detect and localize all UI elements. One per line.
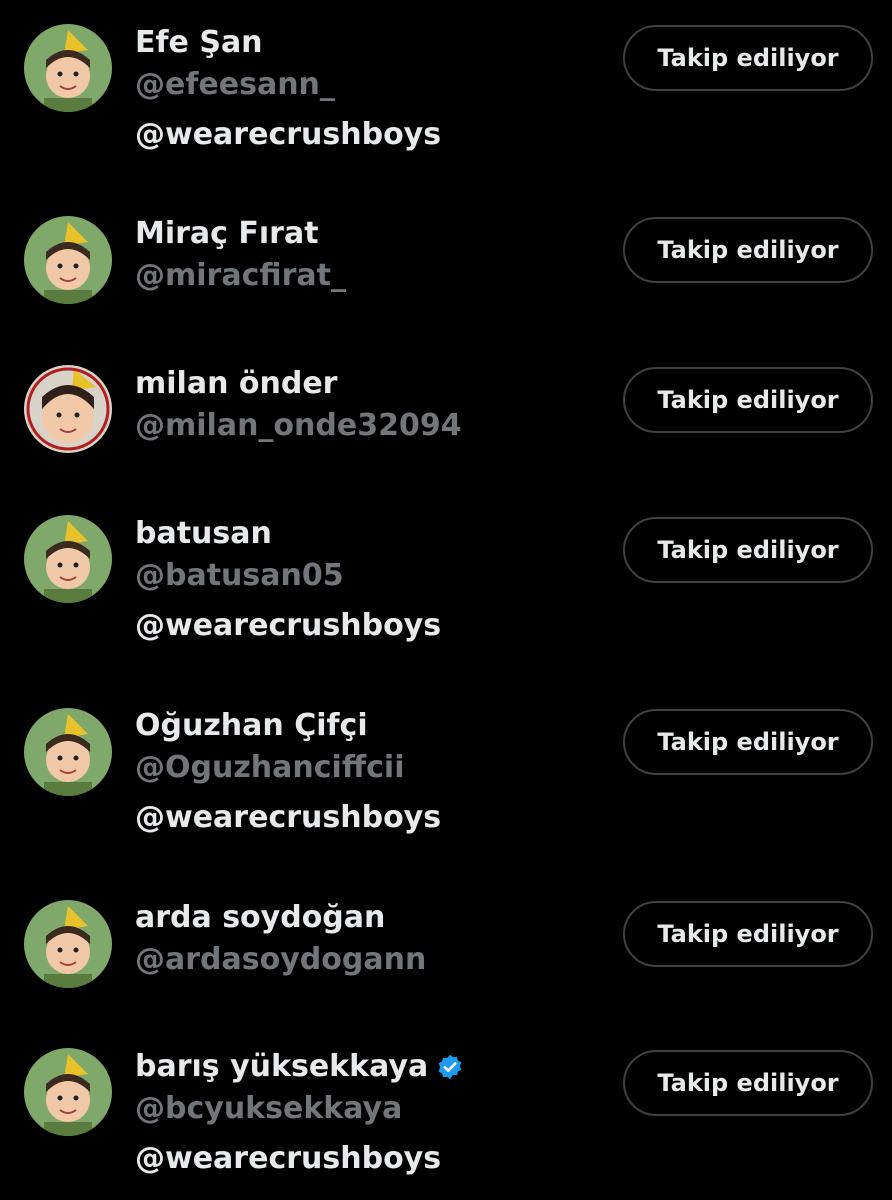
user-name-text: Oğuzhan Çifçi <box>135 708 368 743</box>
avatar[interactable] <box>24 515 112 603</box>
user-handle[interactable]: @batusan05 <box>135 556 344 596</box>
user-handle[interactable]: @efeesann_ <box>135 65 335 105</box>
avatar-image <box>24 708 112 796</box>
following-button[interactable]: Takip ediliyor <box>623 1050 873 1116</box>
user-bio-mention[interactable]: @wearecrushboys <box>135 115 441 155</box>
avatar-image <box>24 515 112 603</box>
user-name[interactable]: barış yüksekkaya <box>135 1047 464 1087</box>
following-button[interactable]: Takip ediliyor <box>623 367 873 433</box>
avatar-image <box>24 24 112 112</box>
avatar[interactable] <box>24 24 112 112</box>
user-handle[interactable]: @milan_onde32094 <box>135 406 462 446</box>
avatar[interactable] <box>24 708 112 796</box>
user-name-text: arda soydoğan <box>135 900 386 935</box>
user-name[interactable]: batusan <box>135 514 272 554</box>
verified-badge-icon <box>436 1053 464 1081</box>
user-name-text: Miraç Fırat <box>135 216 319 251</box>
following-button[interactable]: Takip ediliyor <box>623 25 873 91</box>
user-row[interactable]: Miraç Fırat @miracfirat_ Takip ediliyor <box>0 214 892 304</box>
user-name-text: barış yüksekkaya <box>135 1049 429 1084</box>
user-name[interactable]: arda soydoğan <box>135 898 385 938</box>
avatar[interactable] <box>24 1048 112 1136</box>
user-name-text: milan önder <box>135 366 338 401</box>
user-name[interactable]: milan önder <box>135 364 337 404</box>
user-row[interactable]: barış yüksekkaya @bcyuksekkaya @wearecru… <box>0 1047 892 1197</box>
user-row[interactable]: Efe Şan @efeesann_ @wearecrushboys Takip… <box>0 23 892 173</box>
user-row[interactable]: Oğuzhan Çifçi @Oguzhanciffcii @wearecrus… <box>0 706 892 856</box>
user-name-text: batusan <box>135 516 272 551</box>
user-row[interactable]: milan önder @milan_onde32094 Takip edili… <box>0 364 892 454</box>
avatar-image <box>24 365 112 453</box>
user-handle[interactable]: @bcyuksekkaya <box>135 1089 402 1129</box>
following-button[interactable]: Takip ediliyor <box>623 901 873 967</box>
avatar[interactable] <box>24 216 112 304</box>
user-name[interactable]: Miraç Fırat <box>135 214 319 254</box>
avatar-image <box>24 1048 112 1136</box>
user-handle[interactable]: @miracfirat_ <box>135 256 346 296</box>
user-bio-mention[interactable]: @wearecrushboys <box>135 798 441 838</box>
avatar-image <box>24 216 112 304</box>
user-row[interactable]: arda soydoğan @ardasoydogann Takip edili… <box>0 898 892 988</box>
user-handle[interactable]: @ardasoydogann <box>135 940 426 980</box>
user-name[interactable]: Oğuzhan Çifçi <box>135 706 368 746</box>
user-handle[interactable]: @Oguzhanciffcii <box>135 748 404 788</box>
avatar[interactable] <box>24 900 112 988</box>
following-list: Efe Şan @efeesann_ @wearecrushboys Takip… <box>0 0 892 1200</box>
user-name[interactable]: Efe Şan <box>135 23 263 63</box>
following-button[interactable]: Takip ediliyor <box>623 217 873 283</box>
user-bio-mention[interactable]: @wearecrushboys <box>135 606 441 646</box>
user-bio-mention[interactable]: @wearecrushboys <box>135 1139 441 1179</box>
user-name-text: Efe Şan <box>135 25 263 60</box>
following-button[interactable]: Takip ediliyor <box>623 517 873 583</box>
user-row[interactable]: batusan @batusan05 @wearecrushboys Takip… <box>0 514 892 664</box>
avatar[interactable] <box>24 365 112 453</box>
avatar-image <box>24 900 112 988</box>
following-button[interactable]: Takip ediliyor <box>623 709 873 775</box>
